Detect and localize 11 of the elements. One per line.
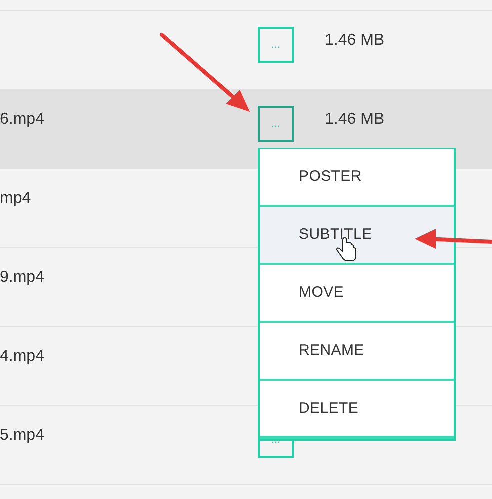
file-size: 1.46 MB [325,110,385,130]
menu-item[interactable]: SUBTITLE [260,207,454,265]
file-name: 4.mp4 [0,347,44,367]
arrow-icon [415,229,492,249]
hand-cursor-icon [336,238,356,262]
file-name: 5.mp4 [0,426,44,446]
file-name: mp4 [0,189,32,209]
file-name: 9.mp4 [0,268,44,288]
file-size: 1.46 MB [325,31,385,51]
file-name: 6.mp4 [0,110,44,130]
arrow-icon [160,33,250,112]
